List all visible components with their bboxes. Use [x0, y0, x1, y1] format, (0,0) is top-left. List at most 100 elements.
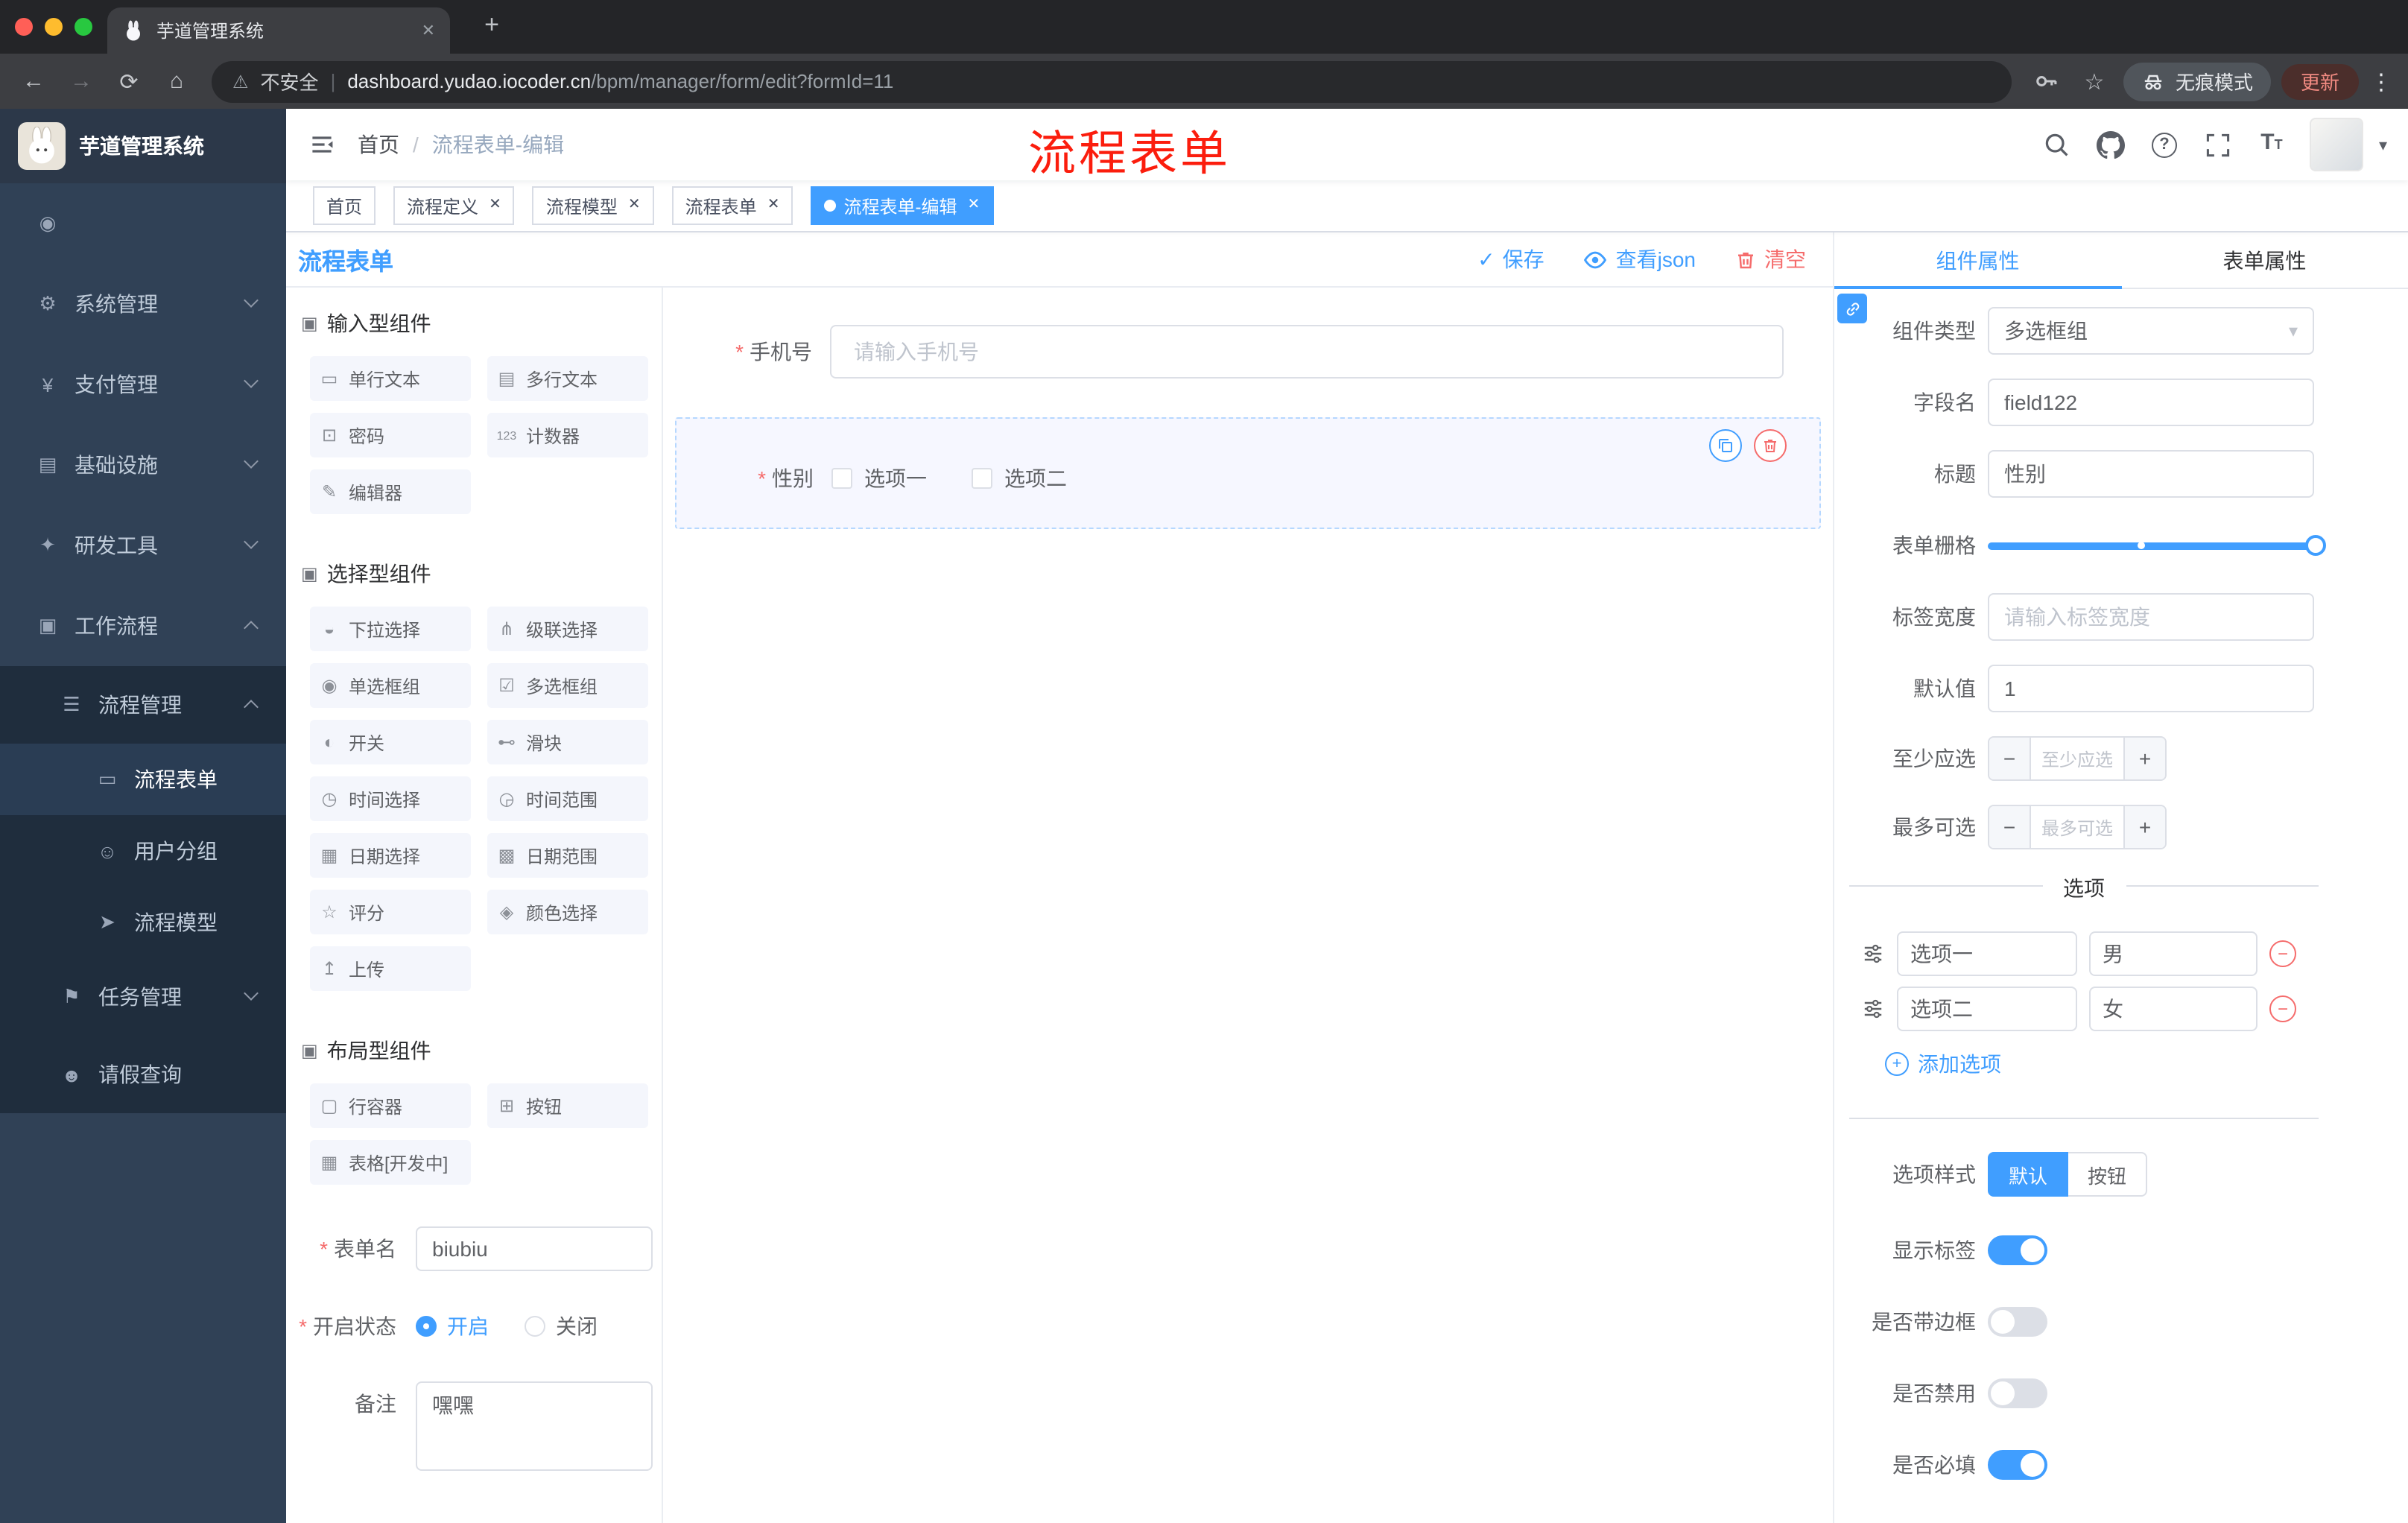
sidebar-item-process-form[interactable]: ▭ 流程表单 [0, 744, 286, 815]
add-option-button[interactable]: + 添加选项 [1885, 1049, 2319, 1079]
slider-handle[interactable] [2305, 535, 2326, 556]
increase-button[interactable]: + [2123, 738, 2165, 779]
remark-textarea[interactable]: 嘿嘿 [416, 1381, 653, 1471]
comp-multi-line-text[interactable]: ▤ 多行文本 [487, 356, 648, 401]
drag-handle-icon[interactable] [1861, 997, 1885, 1021]
comp-time-picker[interactable]: ◷ 时间选择 [310, 776, 471, 821]
required-toggle[interactable] [1988, 1450, 2047, 1480]
clear-button[interactable]: 清空 [1734, 244, 1806, 274]
comp-editor[interactable]: ✎ 编辑器 [310, 469, 471, 514]
delete-component-button[interactable] [1754, 429, 1787, 462]
comp-table[interactable]: ▦ 表格[开发中] [310, 1140, 471, 1185]
breadcrumb-home[interactable]: 首页 [358, 130, 399, 159]
back-button[interactable]: ← [15, 69, 52, 94]
tag-process-definition[interactable]: 流程定义 ✕ [393, 186, 515, 225]
forward-button[interactable]: → [63, 69, 100, 94]
label-width-input[interactable] [1988, 593, 2314, 641]
address-bar[interactable]: ⚠ 不安全 | dashboard.yudao.iocoder.cn/bpm/m… [212, 60, 2012, 102]
comp-upload[interactable]: ↥ 上传 [310, 946, 471, 991]
password-key-icon[interactable] [2028, 69, 2065, 94]
window-zoom-button[interactable] [75, 18, 92, 36]
comp-button[interactable]: ⊞ 按钮 [487, 1083, 648, 1128]
github-icon[interactable] [2096, 130, 2126, 159]
link-icon[interactable] [1837, 294, 1867, 323]
style-default-button[interactable]: 默认 [1988, 1152, 2069, 1197]
search-icon[interactable] [2042, 130, 2072, 159]
window-close-button[interactable] [15, 18, 33, 36]
user-dropdown-caret-icon[interactable]: ▾ [2379, 135, 2387, 154]
comp-color-picker[interactable]: ◈ 颜色选择 [487, 890, 648, 934]
comp-slider[interactable]: ⊷ 滑块 [487, 720, 648, 764]
close-icon[interactable]: ✕ [767, 197, 780, 213]
comp-switch[interactable]: ◐ 开关 [310, 720, 471, 764]
style-button-button[interactable]: 按钮 [2068, 1152, 2148, 1197]
tab-close-icon[interactable]: ✕ [422, 21, 435, 40]
comp-counter[interactable]: 123 计数器 [487, 413, 648, 457]
component-type-select[interactable]: 多选框组 ▾ [1988, 307, 2314, 355]
sidebar-item-dev-tools[interactable]: ✦ 研发工具 [0, 505, 286, 586]
gender-option-1-checkbox[interactable]: 选项一 [831, 463, 927, 493]
sidebar-item-home[interactable]: ◉ [0, 183, 286, 264]
fullscreen-icon[interactable] [2203, 130, 2233, 159]
sidebar-item-payment-management[interactable]: ¥ 支付管理 [0, 344, 286, 425]
view-json-button[interactable]: 查看json [1583, 244, 1696, 274]
new-tab-button[interactable]: + [474, 10, 510, 40]
title-input[interactable] [1988, 450, 2314, 498]
comp-date-range[interactable]: ▩ 日期范围 [487, 833, 648, 878]
option-2-label-input[interactable] [1897, 987, 2077, 1031]
tab-component-props[interactable]: 组件属性 [1834, 232, 2121, 289]
increase-button[interactable]: + [2123, 806, 2165, 848]
phone-field-row[interactable]: * 手机号 [663, 325, 1833, 379]
sidebar-item-process-management[interactable]: ☰ 流程管理 [0, 666, 286, 744]
comp-row-container[interactable]: ▢ 行容器 [310, 1083, 471, 1128]
user-avatar[interactable] [2310, 118, 2364, 171]
tag-process-model[interactable]: 流程模型 ✕ [532, 186, 654, 225]
home-button[interactable]: ⌂ [158, 69, 195, 94]
browser-tab[interactable]: 芋道管理系统 ✕ [107, 7, 450, 54]
comp-single-line-text[interactable]: ▭ 单行文本 [310, 356, 471, 401]
font-size-icon[interactable]: TT [2257, 130, 2287, 159]
sidebar-item-process-model[interactable]: ➤ 流程模型 [0, 887, 286, 958]
sidebar-item-user-group[interactable]: ☺ 用户分组 [0, 815, 286, 887]
save-button[interactable]: ✓ 保存 [1477, 244, 1544, 274]
tag-home[interactable]: 首页 [313, 186, 376, 225]
grid-slider[interactable] [1988, 522, 2326, 569]
comp-rate[interactable]: ☆ 评分 [310, 890, 471, 934]
sidebar-item-leave-query[interactable]: ☻ 请假查询 [0, 1036, 286, 1113]
tag-process-form[interactable]: 流程表单 ✕ [671, 186, 793, 225]
reload-button[interactable]: ⟳ [110, 68, 148, 95]
decrease-button[interactable]: − [1989, 806, 2031, 848]
close-icon[interactable]: ✕ [489, 197, 501, 213]
field-name-input[interactable] [1988, 379, 2314, 426]
window-minimize-button[interactable] [45, 18, 63, 36]
comp-radio-group[interactable]: ◉ 单选框组 [310, 663, 471, 708]
hamburger-icon[interactable] [286, 131, 358, 158]
form-canvas[interactable]: * 手机号 请输入手机号 * 性别 选项一 选项二 [663, 288, 1833, 1523]
sidebar-item-infrastructure[interactable]: ▤ 基础设施 [0, 425, 286, 505]
help-icon[interactable]: ? [2149, 130, 2179, 159]
option-2-value-input[interactable] [2089, 987, 2258, 1031]
default-value-input[interactable] [1988, 665, 2314, 712]
disabled-toggle[interactable] [1988, 1378, 2047, 1408]
sidebar-item-system-management[interactable]: ⚙ 系统管理 [0, 264, 286, 344]
option-1-label-input[interactable] [1897, 931, 2077, 976]
comp-password[interactable]: ⊡ 密码 [310, 413, 471, 457]
gender-option-2-checkbox[interactable]: 选项二 [972, 463, 1067, 493]
tab-form-props[interactable]: 表单属性 [2121, 232, 2408, 288]
browser-update-button[interactable]: 更新 [2281, 63, 2359, 99]
option-1-value-input[interactable] [2089, 931, 2258, 976]
max-select-placeholder[interactable]: 最多可选 [2031, 806, 2123, 848]
tag-process-form-edit[interactable]: 流程表单-编辑 ✕ [811, 186, 994, 225]
decrease-button[interactable]: − [1989, 738, 2031, 779]
phone-input[interactable] [830, 325, 1784, 379]
comp-checkbox-group[interactable]: ☑ 多选框组 [487, 663, 648, 708]
with-border-toggle[interactable] [1988, 1307, 2047, 1337]
drag-handle-icon[interactable] [1861, 942, 1885, 966]
copy-component-button[interactable] [1709, 429, 1742, 462]
remove-option-button[interactable]: − [2269, 940, 2296, 967]
close-icon[interactable]: ✕ [628, 197, 641, 213]
comp-cascader[interactable]: ⋔ 级联选择 [487, 607, 648, 651]
sidebar-item-workflow[interactable]: ▣ 工作流程 [0, 586, 286, 666]
browser-menu-button[interactable]: ⋮ [2369, 68, 2393, 95]
sidebar-item-task-management[interactable]: ⚑ 任务管理 [0, 958, 286, 1036]
